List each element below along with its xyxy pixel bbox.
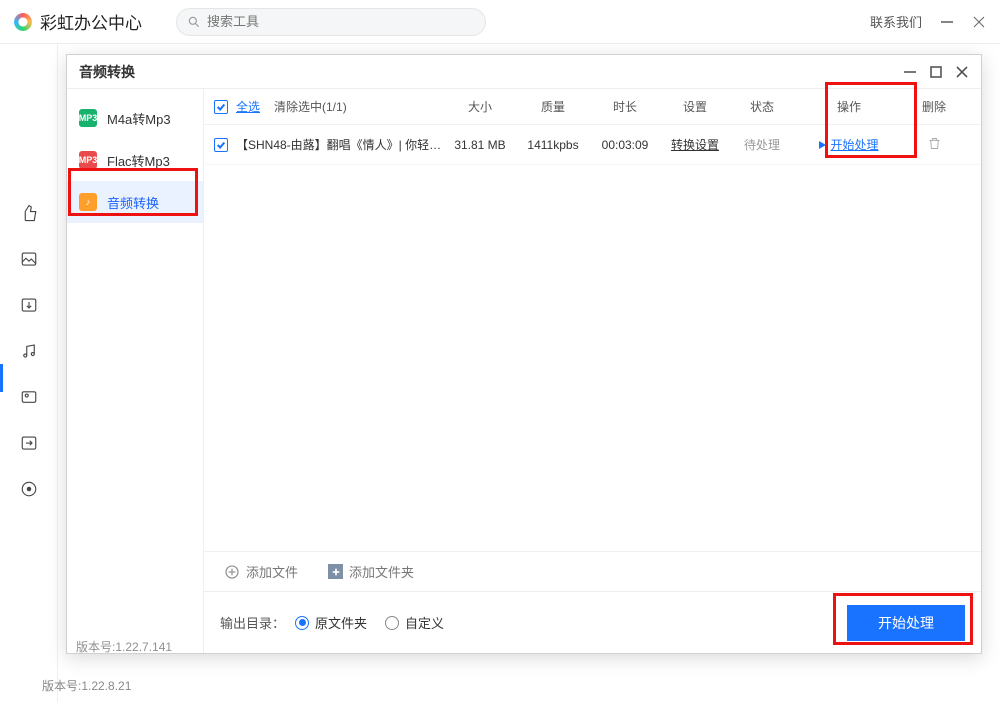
search-field[interactable] — [176, 8, 486, 36]
add-file-label: 添加文件 — [246, 562, 298, 581]
record-icon[interactable] — [20, 480, 38, 498]
plus-square-icon — [328, 564, 343, 579]
app-left-rail — [0, 44, 58, 702]
m4a-icon: MP3 — [79, 109, 97, 127]
row-start-link[interactable]: 开始处理 — [819, 136, 878, 153]
dialog-title: 音频转换 — [79, 62, 135, 82]
music-note-icon: ♪ — [79, 193, 97, 211]
trash-icon[interactable] — [927, 136, 942, 151]
col-status: 状态 — [730, 98, 794, 115]
sidebar-item-m4a[interactable]: MP3 M4a转Mp3 — [67, 97, 203, 139]
contact-link[interactable]: 联系我们 — [870, 12, 922, 31]
empty-list-area — [204, 165, 981, 551]
download-icon[interactable] — [20, 296, 38, 314]
clear-selection-link[interactable]: 清除选中(1/1) — [274, 98, 347, 115]
row-action-label: 开始处理 — [830, 136, 878, 153]
select-all-checkbox[interactable] — [214, 100, 228, 114]
add-folder-button[interactable]: 添加文件夹 — [328, 562, 414, 581]
dialog-titlebar: 音频转换 — [67, 55, 981, 89]
sidebar-label: 音频转换 — [107, 193, 159, 212]
col-delete: 删除 — [904, 98, 964, 115]
row-size: 31.81 MB — [444, 138, 516, 152]
flac-icon: MP3 — [79, 151, 97, 169]
rail-active-indicator — [0, 364, 3, 392]
bg-footer: 版本号:1.22.8.21 — [42, 677, 131, 694]
audio-convert-dialog: 音频转换 MP3 M4a转Mp3 MP3 Flac转Mp3 ♪ 音频转换 — [66, 54, 982, 654]
plus-circle-icon — [224, 564, 240, 580]
bg-version: 版本号:1.22.8.21 — [42, 677, 131, 694]
music-icon[interactable] — [20, 342, 38, 360]
col-action: 操作 — [794, 98, 904, 115]
col-duration: 时长 — [590, 98, 660, 115]
sidebar-item-audio-convert[interactable]: ♪ 音频转换 — [67, 181, 203, 223]
app-title: 彩虹办公中心 — [40, 9, 142, 34]
row-status: 待处理 — [730, 136, 794, 153]
col-size: 大小 — [444, 98, 516, 115]
col-quality: 质量 — [516, 98, 590, 115]
select-all-link[interactable]: 全选 — [236, 98, 260, 115]
search-input[interactable] — [207, 14, 475, 29]
radio-src-label: 原文件夹 — [315, 613, 367, 632]
arrow-icon[interactable] — [20, 434, 38, 452]
radio-dot-icon — [385, 616, 399, 630]
dialog-version: 版本号:1.22.7.141 — [76, 638, 172, 655]
search-icon — [187, 15, 201, 29]
start-label: 开始处理 — [878, 613, 934, 633]
dlg-close-icon[interactable] — [955, 65, 969, 79]
col-setting: 设置 — [660, 98, 730, 115]
row-quality: 1411kpbs — [516, 138, 590, 152]
dialog-footer: 输出目录： 原文件夹 自定义 开始处理 — [204, 591, 981, 653]
sidebar-label: Flac转Mp3 — [107, 151, 170, 170]
dialog-main: 全选 清除选中(1/1) 大小 质量 时长 设置 状态 操作 删除 【SHN48… — [203, 89, 981, 653]
dlg-minimize-icon[interactable] — [903, 65, 917, 79]
row-filename: 【SHN48-由蕗】翻唱《情人》| 你轻… — [236, 136, 444, 153]
add-bar: 添加文件 添加文件夹 — [204, 551, 981, 591]
row-duration: 00:03:09 — [590, 138, 660, 152]
picture-icon[interactable] — [20, 388, 38, 406]
column-header: 全选 清除选中(1/1) 大小 质量 时长 设置 状态 操作 删除 — [204, 89, 981, 125]
image-icon[interactable] — [20, 250, 38, 268]
minimize-icon[interactable] — [940, 15, 954, 29]
radio-dot-icon — [295, 616, 309, 630]
app-logo-icon — [14, 13, 32, 31]
row-checkbox[interactable] — [214, 138, 228, 152]
radio-source-folder[interactable]: 原文件夹 — [295, 613, 367, 632]
sidebar-item-flac[interactable]: MP3 Flac转Mp3 — [67, 139, 203, 181]
row-setting-link[interactable]: 转换设置 — [671, 138, 719, 152]
dialog-sidebar: MP3 M4a转Mp3 MP3 Flac转Mp3 ♪ 音频转换 — [67, 89, 203, 653]
radio-custom-label: 自定义 — [405, 613, 444, 632]
output-dir-label: 输出目录： — [220, 613, 285, 632]
radio-custom-folder[interactable]: 自定义 — [385, 613, 444, 632]
thumbs-icon[interactable] — [20, 204, 38, 222]
dlg-maximize-icon[interactable] — [929, 65, 943, 79]
sidebar-label: M4a转Mp3 — [107, 109, 171, 128]
add-folder-label: 添加文件夹 — [349, 562, 414, 581]
table-row: 【SHN48-由蕗】翻唱《情人》| 你轻… 31.81 MB 1411kpbs … — [204, 125, 981, 165]
add-file-button[interactable]: 添加文件 — [224, 562, 298, 581]
close-icon[interactable] — [972, 15, 986, 29]
app-topbar: 彩虹办公中心 联系我们 — [0, 0, 1000, 44]
start-process-button[interactable]: 开始处理 — [847, 605, 965, 641]
play-icon — [819, 141, 826, 149]
